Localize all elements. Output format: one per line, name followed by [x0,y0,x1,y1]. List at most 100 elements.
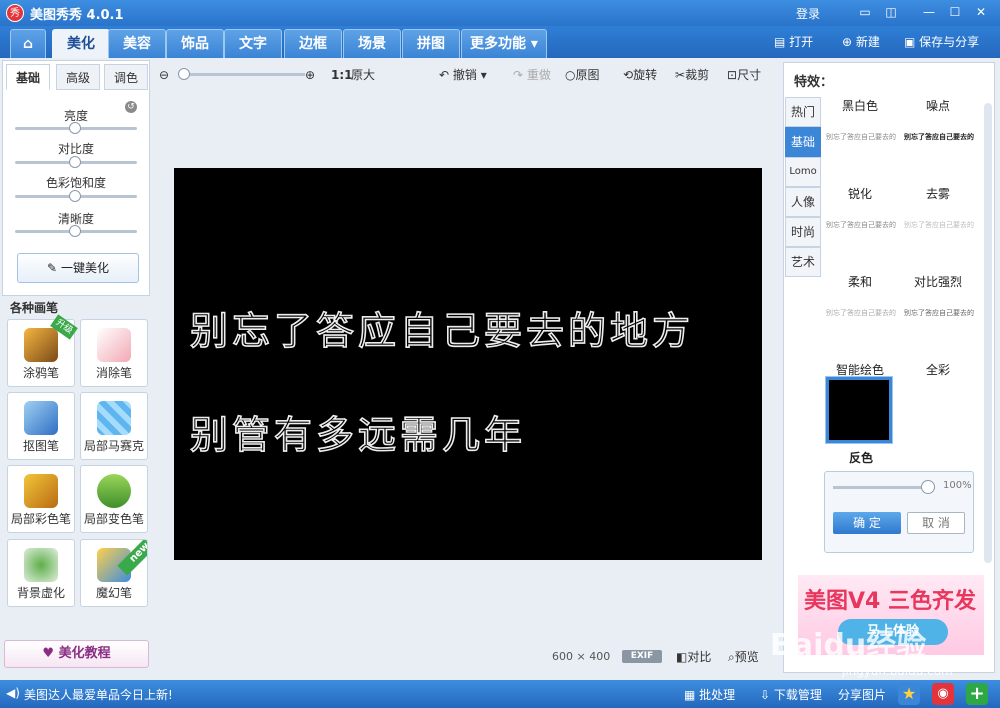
tab-collage[interactable]: 拼图 [402,29,460,58]
star-icon[interactable]: ★ [898,683,920,705]
contrast-slider[interactable] [15,156,137,168]
effect-noise-label[interactable]: 噪点 [900,97,976,114]
minimize-icon[interactable]: — [920,4,938,22]
category-hot[interactable]: 热门 [785,97,821,127]
weibo-icon[interactable]: ◉ [932,683,954,705]
batch-button[interactable]: ▦ 批处理 [684,686,735,703]
brush-blur-bg[interactable]: 背景虚化 [7,539,75,607]
crop-label: 裁剪 [685,68,710,82]
one-click-beautify-button[interactable]: ✎ 一键美化 [17,253,139,283]
effect-fullcolor-label[interactable]: 全彩 [900,361,976,378]
effect-soft-label[interactable]: 柔和 [822,273,898,290]
effect-bw-label[interactable]: 黑白色 [822,97,898,114]
add-icon[interactable]: + [966,683,988,705]
brightness-knob[interactable] [69,122,81,134]
brush-doodle[interactable]: 涂鸦笔 升级 [7,314,78,387]
original-size-button[interactable]: 原大 [351,66,375,84]
category-basic[interactable]: 基础 [785,127,821,157]
chevron-down-icon[interactable]: ▾ [481,68,487,82]
tab-frame[interactable]: 边框 [284,29,342,58]
main-nav: ⌂ 美化 美容 饰品 文字 边框 场景 拼图 更多功能 ▾ ▤ 打开 ⊕ 新建 … [0,26,1000,58]
undo-button[interactable]: ↶ 撤销 ▾ [439,66,487,84]
preview-label: 预览 [734,650,759,664]
baidu-watermark: Baidu经验 [770,628,927,663]
zoom-out-icon[interactable]: ⊖ [159,66,169,84]
app-title: 美图秀秀 4.0.1 [30,8,124,23]
sharpness-knob[interactable] [69,225,81,237]
contrast-knob[interactable] [69,156,81,168]
home-tab[interactable]: ⌂ [10,29,46,58]
effect-invert-thumb[interactable] [825,376,893,444]
image-canvas[interactable]: 别忘了答应自己要去的地方 别管有多远需几年 [174,168,762,560]
maximize-icon[interactable]: ☐ [946,4,964,22]
title-bar: 秀 美图秀秀 4.0.1 登录 ▭ ◫ — ☐ ✕ [0,0,1000,26]
effect-contrast-thumb[interactable]: 别忘了答应自己要去的地方 别管有多远需几年 [904,307,974,333]
cancel-button[interactable]: 取 消 [907,512,965,534]
sharpness-slider[interactable] [15,225,137,237]
effects-scrollbar[interactable] [984,103,992,563]
effect-sharpen-thumb[interactable]: 别忘了答应自己要去的地方 别管有多远需几年 [826,219,896,245]
effect-smart-color-label[interactable]: 智能绘色 [822,361,898,378]
subtab-advanced[interactable]: 高级 [56,64,100,90]
save-share-button[interactable]: ▣ 保存与分享 [904,33,979,51]
zoom-ratio[interactable]: 1:1 [331,66,353,84]
new-button[interactable]: ⊕ 新建 [842,33,880,51]
saturation-knob[interactable] [69,190,81,202]
category-lomo[interactable]: Lomo [785,157,821,187]
category-art[interactable]: 艺术 [785,247,821,277]
compare-button[interactable]: ◧对比 [676,648,711,665]
download-manager-button[interactable]: ⇩ 下载管理 [760,686,822,703]
brush-doodle-label: 涂鸦笔 [22,366,59,380]
effect-dehaze-label[interactable]: 去雾 [900,185,976,202]
brush-cutout[interactable]: 抠图笔 [7,392,75,460]
resize-icon: ⊡ [727,68,738,82]
close-icon[interactable]: ✕ [972,4,990,22]
rotate-button[interactable]: ⟲旋转 [623,66,657,84]
tab-accessories[interactable]: 饰品 [166,29,224,58]
login-link[interactable]: 登录 [796,5,820,22]
opacity-knob[interactable] [921,480,935,494]
feedback-icon[interactable]: ▭ [856,4,874,22]
category-fashion[interactable]: 时尚 [785,217,821,247]
redo-button[interactable]: ↷ 重做 [513,66,551,84]
skin-icon[interactable]: ◫ [882,4,900,22]
save-share-label: 保存与分享 [919,35,980,49]
tab-beautify[interactable]: 美化 [52,29,110,58]
status-tip[interactable]: 美图达人最爱单品今日上新! [24,686,173,703]
preview-button[interactable]: ⌕预览 [728,648,759,665]
brush-recolor[interactable]: 局部变色笔 [80,465,148,533]
tab-scene[interactable]: 场景 [343,29,401,58]
brightness-slider[interactable] [15,122,137,134]
confirm-button[interactable]: 确 定 [833,512,901,534]
crop-button[interactable]: ✂裁剪 [675,66,709,84]
category-portrait[interactable]: 人像 [785,187,821,217]
original-button[interactable]: ○原图 [565,66,600,84]
brush-local-color[interactable]: 局部彩色笔 [7,465,75,533]
brush-magic[interactable]: 魔幻笔 new [80,539,148,607]
effect-bw-thumb[interactable]: 别忘了答应自己要去的地方 别管有多远需几年 [826,131,896,157]
share-image-button[interactable]: 分享图片 [838,686,886,703]
mosaic-icon [97,401,131,435]
brush-mosaic[interactable]: 局部马赛克 [80,392,148,460]
tab-beauty[interactable]: 美容 [108,29,166,58]
effect-dehaze-thumb[interactable]: 别忘了答应自己要去的地方 别管有多远需几年 [904,219,974,245]
effect-sharpen-label[interactable]: 锐化 [822,185,898,202]
exif-button[interactable]: EXIF [622,650,662,663]
size-button[interactable]: ⊡尺寸 [727,66,761,84]
zoom-in-icon[interactable]: ⊕ [305,66,315,84]
tab-text[interactable]: 文字 [224,29,282,58]
zoom-slider[interactable] [181,73,305,76]
open-button[interactable]: ▤ 打开 [774,33,813,51]
subtab-color[interactable]: 调色 [104,64,148,90]
brush-eraser[interactable]: 消除笔 [80,319,148,387]
tutorial-button[interactable]: ♥ 美化教程 [4,640,149,668]
saturation-slider[interactable] [15,190,137,202]
opacity-slider[interactable] [833,486,935,489]
effect-contrast-label[interactable]: 对比强烈 [900,273,976,290]
subtab-basic[interactable]: 基础 [6,64,50,90]
tab-more[interactable]: 更多功能 ▾ [461,29,547,58]
zoom-knob[interactable] [178,68,190,80]
effect-noise-thumb[interactable]: 别忘了答应自己要去的地方 别管有多远需几年 [904,131,974,157]
effect-soft-thumb[interactable]: 别忘了答应自己要去的地方 别管有多远需几年 [826,307,896,333]
tab-more-label: 更多功能 [470,36,526,52]
